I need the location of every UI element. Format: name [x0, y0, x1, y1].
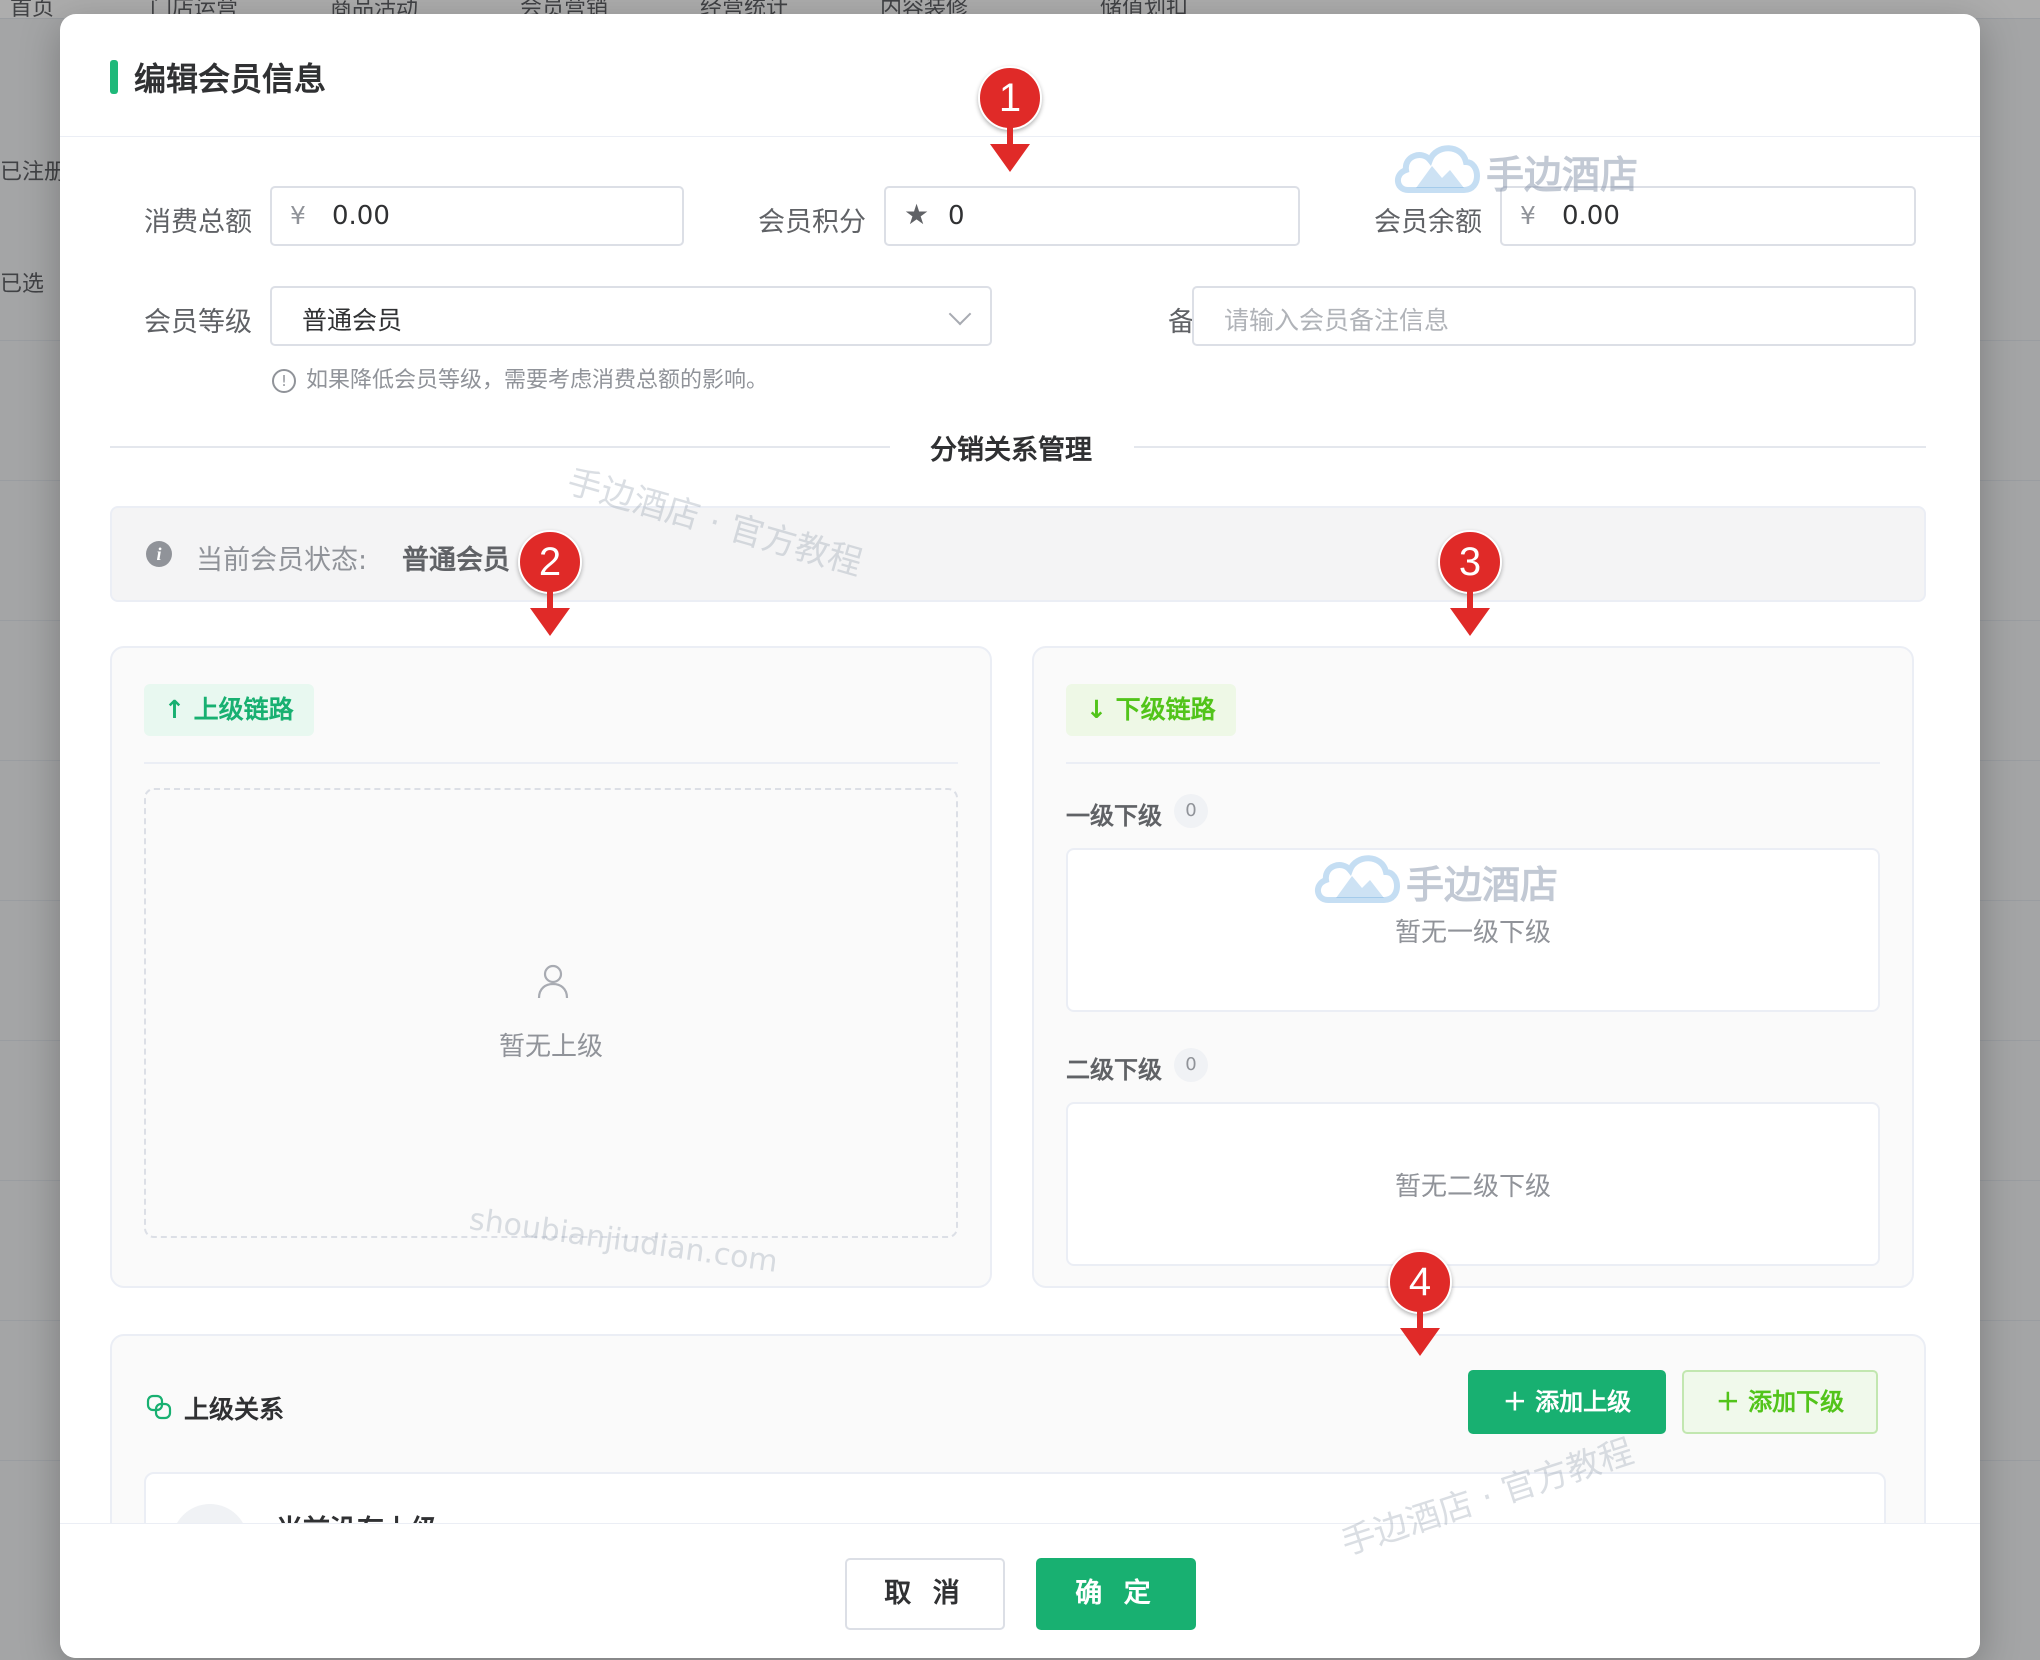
- add-upline-button[interactable]: ＋ 添加上级: [1468, 1370, 1666, 1434]
- currency-prefix: ¥: [1520, 201, 1536, 230]
- member-level-select[interactable]: 普通会员: [270, 286, 992, 346]
- info-icon: i: [146, 541, 172, 567]
- total-spend-value: 0.00: [332, 201, 390, 231]
- remark-input[interactable]: 请输入会员备注信息: [1192, 286, 1916, 346]
- total-spend-label: 消费总额: [144, 207, 252, 238]
- level2-count-badge: 0: [1174, 1048, 1208, 1082]
- add-downline-label: 添加下级: [1748, 1388, 1845, 1416]
- level2-empty-box: 暂无二级下级: [1066, 1102, 1880, 1266]
- upline-empty-box: 暂无上级: [144, 788, 958, 1238]
- level-label: 会员等级: [144, 307, 252, 338]
- level1-empty-box: 暂无一级下级: [1066, 848, 1880, 1012]
- arrow-down-icon: ↓: [1086, 695, 1107, 724]
- star-icon: ★: [904, 198, 930, 231]
- level1-empty-text: 暂无一级下级: [1394, 918, 1551, 948]
- upline-tag-label: 上级链路: [193, 695, 294, 724]
- distribution-section-title: 分销关系管理: [930, 435, 1092, 466]
- annotation-marker-2: 2: [518, 530, 582, 640]
- level1-count-badge: 0: [1174, 794, 1208, 828]
- edit-member-dialog: 编辑会员信息 消费总额 ¥ 0.00 会员积分 ★ 0 会员余额 ¥ 0.00 …: [60, 14, 1980, 1658]
- chevron-down-icon: [948, 302, 972, 326]
- downline-tag: ↓ 下级链路: [1066, 684, 1236, 736]
- dialog-footer: 取 消 确 定: [60, 1523, 1980, 1658]
- annotation-marker-3: 3: [1438, 530, 1502, 640]
- downline-card: ↓ 下级链路 一级下级 0 暂无一级下级 二级下级 0 暂无二级下级: [1032, 646, 1914, 1288]
- balance-label: 会员余额: [1374, 207, 1482, 238]
- upline-empty-text: 暂无上级: [498, 1032, 603, 1062]
- balance-input[interactable]: ¥ 0.00: [1500, 186, 1916, 246]
- upline-card: ↑ 上级链路 暂无上级: [110, 646, 992, 1288]
- annotation-marker-1: 1: [978, 66, 1042, 176]
- link-icon: [146, 1394, 172, 1420]
- downline-tag-label: 下级链路: [1115, 695, 1216, 724]
- plus-icon: ＋: [1502, 1388, 1527, 1416]
- status-value: 普通会员: [402, 545, 510, 576]
- level2-label: 二级下级: [1066, 1056, 1162, 1084]
- upline-tag: ↑ 上级链路: [144, 684, 314, 736]
- status-label: 当前会员状态:: [196, 545, 368, 576]
- annotation-marker-4: 4: [1388, 1250, 1452, 1360]
- arrow-up-icon: ↑: [164, 695, 185, 724]
- cloud-logo-icon: [1395, 145, 1480, 193]
- title-accent-bar: [110, 60, 118, 94]
- total-spend-input[interactable]: ¥ 0.00: [270, 186, 684, 246]
- cancel-button[interactable]: 取 消: [845, 1558, 1005, 1630]
- divider-left: [110, 446, 890, 448]
- remark-placeholder: 请输入会员备注信息: [1224, 306, 1450, 335]
- add-downline-button[interactable]: ＋ 添加下级: [1682, 1370, 1878, 1434]
- divider-right: [1134, 446, 1926, 448]
- member-status-bar: i 当前会员状态: 普通会员: [110, 506, 1926, 602]
- add-upline-label: 添加上级: [1535, 1388, 1632, 1416]
- points-input[interactable]: ★ 0: [884, 186, 1300, 246]
- level-tip: ! 如果降低会员等级，需要考虑消费总额的影响。: [272, 362, 768, 394]
- level2-empty-text: 暂无二级下级: [1394, 1172, 1551, 1202]
- dialog-title: 编辑会员信息: [134, 60, 327, 98]
- exclamation-icon: !: [272, 369, 296, 393]
- member-level-value: 普通会员: [302, 306, 403, 335]
- plus-icon: ＋: [1715, 1388, 1740, 1416]
- points-value: 0: [948, 201, 965, 231]
- user-icon: [537, 964, 569, 999]
- level-tip-text: 如果降低会员等级，需要考虑消费总额的影响。: [306, 368, 769, 393]
- level1-label: 一级下级: [1066, 802, 1162, 830]
- confirm-button[interactable]: 确 定: [1036, 1558, 1196, 1630]
- balance-value: 0.00: [1562, 201, 1620, 231]
- relation-title: 上级关系: [184, 1395, 285, 1424]
- currency-prefix: ¥: [290, 201, 306, 230]
- points-label: 会员积分: [758, 207, 866, 238]
